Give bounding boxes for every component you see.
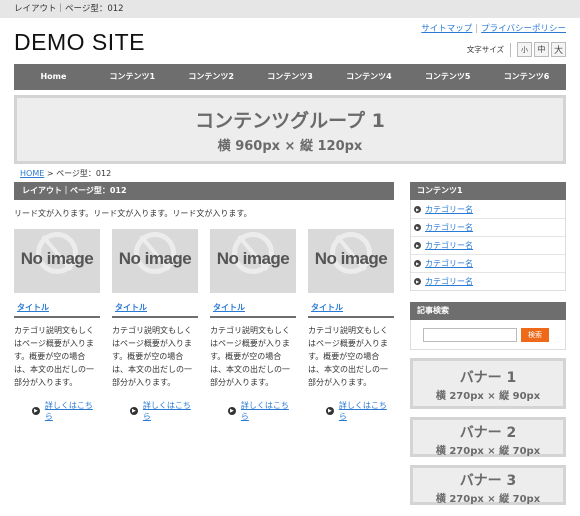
category-link[interactable]: カテゴリー名 xyxy=(425,240,473,251)
card-description: カテゴリ説明文もしくはページ概要が入ります。概要が空の場合は、本文の出だしの一部… xyxy=(112,326,192,387)
arrow-right-icon: ▶ xyxy=(130,407,138,415)
breadcrumb-current: ページ型：012 xyxy=(56,169,112,178)
card-title: タイトル xyxy=(112,302,198,318)
no-image-label: No image xyxy=(314,249,388,268)
read-more-link[interactable]: 詳しくはこちら xyxy=(45,400,100,422)
divider xyxy=(510,42,511,57)
arrow-right-icon: ▶ xyxy=(228,407,236,415)
lead-text: リード文が入ります。リード文が入ります。リード文が入ります。 xyxy=(14,209,252,218)
card-description: カテゴリ説明文もしくはページ概要が入ります。概要が空の場合は、本文の出だしの一部… xyxy=(210,326,290,387)
breadcrumb: HOME > ページ型：012 xyxy=(20,168,111,179)
font-size-large-button[interactable]: 大 xyxy=(551,42,566,57)
divider: | xyxy=(475,24,479,34)
category-item: ▶ カテゴリー名 xyxy=(411,200,565,218)
sidebar: コンテンツ1 ▶ カテゴリー名 ▶ カテゴリー名 ▶ カテゴリー名 ▶ カテゴリー名 ▶… xyxy=(410,182,566,505)
banner-2[interactable]: バナー 2 横 270px × 縦 70px xyxy=(410,417,566,457)
read-more-link[interactable]: 詳しくはこちら xyxy=(143,400,198,422)
card-title-link[interactable]: タイトル xyxy=(115,303,147,312)
card-title: タイトル xyxy=(210,302,296,318)
category-link[interactable]: カテゴリー名 xyxy=(425,276,473,287)
utility-links: サイトマップ | プライバシーポリシー xyxy=(421,22,566,34)
card-title: タイトル xyxy=(308,302,394,318)
no-image-thumbnail[interactable]: No image xyxy=(14,229,100,293)
banner-title: バナー 3 xyxy=(459,473,517,489)
breadcrumb-home-link[interactable]: HOME xyxy=(20,169,44,178)
card-title-link[interactable]: タイトル xyxy=(213,303,245,312)
nav-item-contents-6[interactable]: コンテンツ6 xyxy=(487,64,566,90)
nav-item-contents-4[interactable]: コンテンツ4 xyxy=(329,64,408,90)
nav-item-contents-2[interactable]: コンテンツ2 xyxy=(172,64,251,90)
card-title-link[interactable]: タイトル xyxy=(311,303,343,312)
arrow-right-icon: ▶ xyxy=(414,205,421,213)
hero-placeholder: コンテンツグループ 1 横 960px × 縦 120px xyxy=(14,95,566,164)
no-image-thumbnail[interactable]: No image xyxy=(308,229,394,293)
top-bar-text: レイアウト｜ページ型：012 xyxy=(14,4,124,14)
card: No image タイトル カテゴリ説明文もしくはページ概要が入ります。概要が空… xyxy=(210,229,296,422)
card: No image タイトル カテゴリ説明文もしくはページ概要が入ります。概要が空… xyxy=(14,229,100,422)
nav-item-home[interactable]: Home xyxy=(14,64,93,90)
no-image-label: No image xyxy=(216,249,290,268)
arrow-right-icon: ▶ xyxy=(32,407,40,415)
banner-title: バナー 2 xyxy=(459,425,517,441)
arrow-right-icon: ▶ xyxy=(414,260,421,267)
banner-1[interactable]: バナー 1 横 270px × 縦 90px xyxy=(410,358,566,409)
card-description: カテゴリ説明文もしくはページ概要が入ります。概要が空の場合は、本文の出だしの一部… xyxy=(308,326,388,387)
privacy-policy-link[interactable]: プライバシーポリシー xyxy=(481,24,566,34)
banner-3[interactable]: バナー 3 横 270px × 縦 70px xyxy=(410,465,566,505)
read-more-link[interactable]: 詳しくはこちら xyxy=(339,400,394,422)
category-item: ▶ カテゴリー名 xyxy=(411,236,565,254)
nav-item-contents-1[interactable]: コンテンツ1 xyxy=(93,64,172,90)
read-more-link[interactable]: 詳しくはこちら xyxy=(241,400,296,422)
card-more: ▶ 詳しくはこちら xyxy=(308,400,394,422)
card-title: タイトル xyxy=(14,302,100,318)
arrow-right-icon: ▶ xyxy=(414,224,421,231)
search-form: 検索 xyxy=(410,320,566,350)
category-item: ▶ カテゴリー名 xyxy=(411,218,565,236)
category-link[interactable]: カテゴリー名 xyxy=(425,222,473,233)
category-item: ▶ カテゴリー名 xyxy=(411,254,565,272)
category-list: ▶ カテゴリー名 ▶ カテゴリー名 ▶ カテゴリー名 ▶ カテゴリー名 ▶ カテゴリー名 xyxy=(410,200,566,291)
page-heading: レイアウト｜ページ型：012 xyxy=(14,182,394,200)
no-image-thumbnail[interactable]: No image xyxy=(112,229,198,293)
card-more: ▶ 詳しくはこちら xyxy=(210,400,296,422)
global-nav: Home コンテンツ1 コンテンツ2 コンテンツ3 コンテンツ4 コンテンツ5 … xyxy=(14,64,566,90)
banner-size: 横 270px × 縦 70px xyxy=(435,494,541,505)
card-title-link[interactable]: タイトル xyxy=(17,303,49,312)
nav-item-contents-3[interactable]: コンテンツ3 xyxy=(251,64,330,90)
card: No image タイトル カテゴリ説明文もしくはページ概要が入ります。概要が空… xyxy=(308,229,394,422)
search-heading: 記事検索 xyxy=(410,302,566,320)
arrow-right-icon: ▶ xyxy=(326,407,334,415)
no-image-thumbnail[interactable]: No image xyxy=(210,229,296,293)
font-size-switcher: 文字サイズ 小 中 大 xyxy=(467,42,566,57)
category-heading: コンテンツ1 xyxy=(410,182,566,200)
category-link[interactable]: カテゴリー名 xyxy=(425,204,473,215)
sitemap-link[interactable]: サイトマップ xyxy=(421,24,472,34)
nav-item-contents-5[interactable]: コンテンツ5 xyxy=(408,64,487,90)
breadcrumb-separator: > xyxy=(44,169,57,178)
card: No image タイトル カテゴリ説明文もしくはページ概要が入ります。概要が空… xyxy=(112,229,198,422)
hero-size: 横 960px × 縦 120px xyxy=(217,139,363,154)
no-image-label: No image xyxy=(20,249,94,268)
font-size-label: 文字サイズ xyxy=(466,45,504,54)
no-image-label: No image xyxy=(118,249,192,268)
banner-size: 横 270px × 縦 90px xyxy=(435,391,541,402)
top-bar: レイアウト｜ページ型：012 xyxy=(0,0,580,18)
search-input[interactable] xyxy=(423,327,517,342)
category-link[interactable]: カテゴリー名 xyxy=(425,258,473,269)
arrow-right-icon: ▶ xyxy=(414,242,421,249)
site-logo[interactable]: DEMO SITE xyxy=(14,29,145,56)
hero-title: コンテンツグループ 1 xyxy=(195,110,385,132)
arrow-right-icon: ▶ xyxy=(414,278,421,285)
card-more: ▶ 詳しくはこちら xyxy=(112,400,198,422)
search-button[interactable]: 検索 xyxy=(521,327,549,342)
article-search: 記事検索 検索 xyxy=(410,302,566,350)
card-description: カテゴリ説明文もしくはページ概要が入ります。概要が空の場合は、本文の出だしの一部… xyxy=(14,326,94,387)
font-size-small-button[interactable]: 小 xyxy=(517,42,532,57)
banner-size: 横 270px × 縦 70px xyxy=(435,446,541,457)
card-more: ▶ 詳しくはこちら xyxy=(14,400,100,422)
category-item: ▶ カテゴリー名 xyxy=(411,272,565,290)
banner-title: バナー 1 xyxy=(459,370,517,386)
card-list: No image タイトル カテゴリ説明文もしくはページ概要が入ります。概要が空… xyxy=(14,229,394,422)
font-size-medium-button[interactable]: 中 xyxy=(534,42,549,57)
